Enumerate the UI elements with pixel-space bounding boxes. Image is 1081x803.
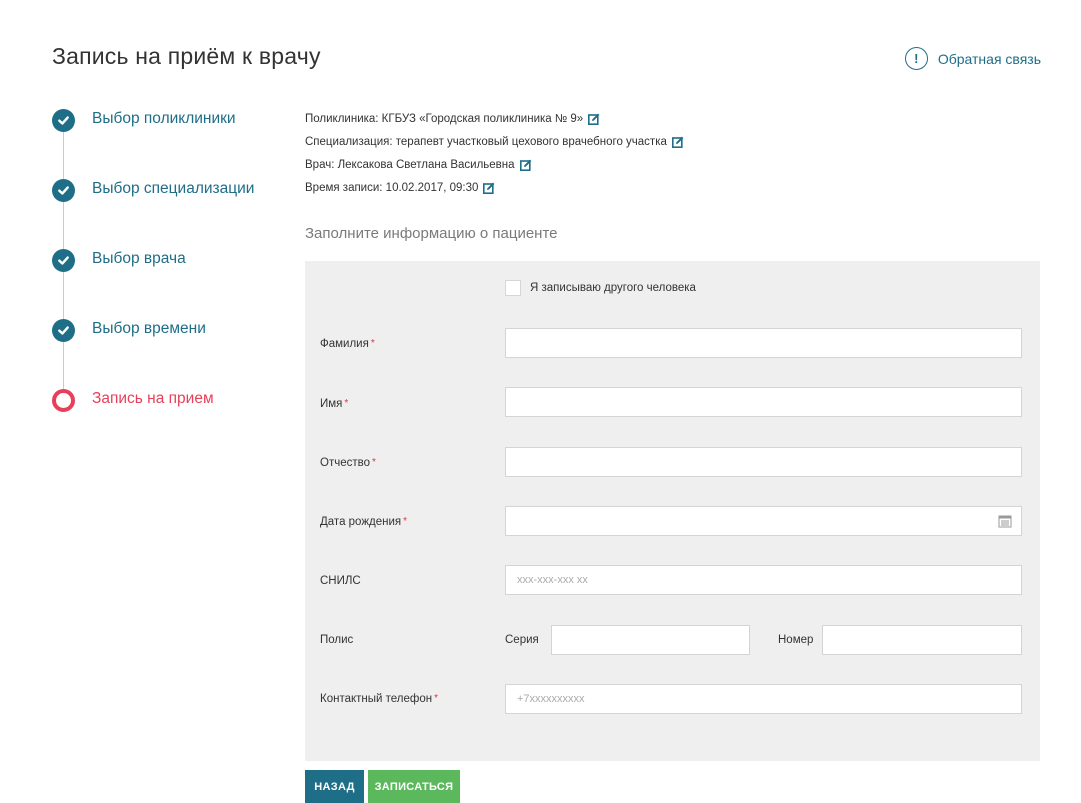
policy-series-input[interactable] — [551, 625, 750, 655]
step-label: Выбор времени — [92, 320, 206, 337]
lastname-label: Фамилия * — [320, 338, 375, 350]
step-label: Выбор поликлиники — [92, 110, 236, 127]
other-person-label: Я записываю другого человека — [530, 282, 696, 294]
snils-placeholder: xxx-xxx-xxx xx — [517, 574, 588, 586]
check-icon — [52, 179, 75, 202]
firstname-input[interactable] — [505, 387, 1022, 417]
back-button[interactable]: НАЗАД — [305, 770, 364, 803]
phone-placeholder: +7xxxxxxxxxx — [517, 693, 585, 705]
summary-specialization: Специализация: терапевт участковый цехов… — [305, 135, 667, 148]
phone-label: Контактный телефон * — [320, 693, 439, 705]
calendar-icon[interactable] — [998, 514, 1012, 528]
edit-icon[interactable] — [671, 136, 684, 148]
lastname-input[interactable] — [505, 328, 1022, 358]
step-label: Выбор специализации — [92, 180, 255, 197]
submit-button[interactable]: ЗАПИСАТЬСЯ — [368, 770, 460, 803]
summary-clinic: Поликлиника: КГБУЗ «Городская поликлиник… — [305, 112, 584, 125]
step-doctor[interactable]: Выбор врача — [52, 246, 282, 319]
feedback-link[interactable]: ! Обратная связь — [904, 47, 1041, 70]
active-step-ring-icon — [52, 389, 75, 412]
exclamation-circle-icon: ! — [904, 47, 928, 70]
step-clinic[interactable]: Выбор поликлиники — [52, 106, 282, 179]
step-appointment: Запись на прием — [52, 386, 282, 456]
check-icon — [52, 319, 75, 342]
snils-input[interactable]: xxx-xxx-xxx xx — [505, 565, 1022, 595]
other-person-checkbox-row[interactable]: Я записываю другого человека — [505, 280, 696, 296]
firstname-label: Имя * — [320, 398, 349, 410]
page-title: Запись на приём к врачу — [52, 43, 321, 69]
check-icon — [52, 249, 75, 272]
summary-time: Время записи: 10.02.2017, 09:30 — [305, 181, 479, 194]
phone-input[interactable]: +7xxxxxxxxxx — [505, 684, 1022, 714]
edit-icon[interactable] — [588, 113, 600, 125]
edit-icon[interactable] — [483, 182, 495, 194]
patronymic-label: Отчество * — [320, 457, 376, 469]
check-icon — [52, 109, 75, 132]
step-connector — [63, 132, 64, 179]
step-label: Выбор врача — [92, 250, 186, 267]
section-title: Заполните информацию о пациенте — [305, 225, 558, 242]
policy-series-label: Серия — [505, 634, 539, 646]
patronymic-input[interactable] — [505, 447, 1022, 477]
birthdate-label: Дата рождения * — [320, 516, 408, 528]
policy-number-label: Номер — [778, 634, 814, 646]
summary-doctor: Врач: Лексакова Светлана Васильевна — [305, 158, 515, 171]
policy-number-input[interactable] — [822, 625, 1022, 655]
other-person-checkbox[interactable] — [505, 280, 521, 296]
step-time[interactable]: Выбор времени — [52, 316, 282, 389]
steps-navigation: Выбор поликлиники Выбор специализации Вы… — [52, 106, 282, 456]
patient-form: Я записываю другого человека Фамилия * Им… — [305, 261, 1040, 761]
step-label: Запись на прием — [92, 390, 214, 407]
edit-icon[interactable] — [519, 159, 532, 171]
step-specialization[interactable]: Выбор специализации — [52, 176, 282, 249]
policy-label: Полис — [320, 634, 354, 646]
birthdate-input[interactable] — [505, 506, 1022, 536]
step-connector — [63, 202, 64, 249]
appointment-summary: Поликлиника: КГБУЗ «Городская поликлиник… — [305, 107, 684, 199]
snils-label: СНИЛС — [320, 575, 361, 587]
feedback-label: Обратная связь — [937, 50, 1041, 67]
step-connector — [63, 342, 64, 389]
step-connector — [63, 272, 64, 319]
